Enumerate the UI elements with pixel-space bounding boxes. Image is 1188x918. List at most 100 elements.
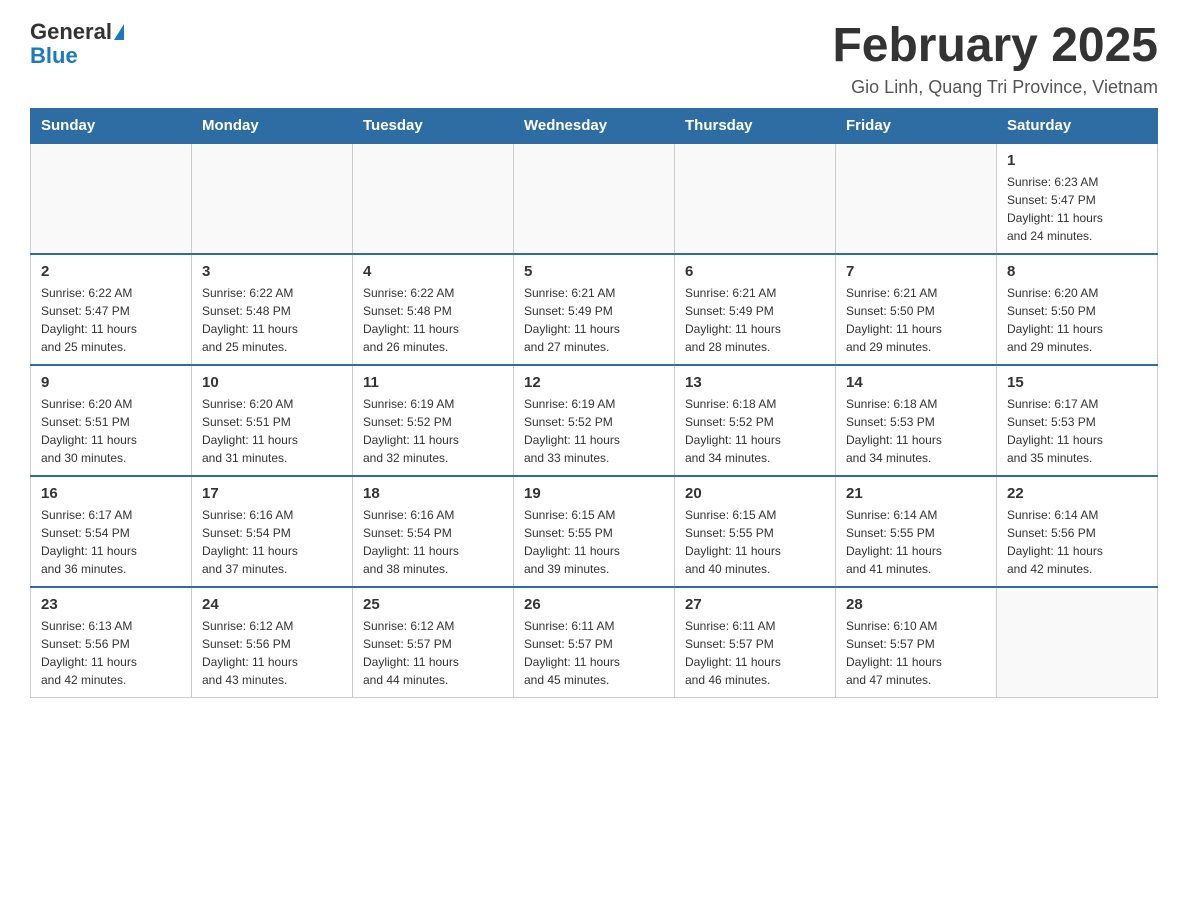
month-title: February 2025 — [832, 20, 1158, 73]
logo: General Blue — [30, 20, 124, 68]
calendar-cell: 27 Sunrise: 6:11 AMSunset: 5:57 PMDayligh… — [675, 587, 836, 698]
calendar-cell — [353, 143, 514, 254]
logo-blue-text: Blue — [30, 44, 78, 68]
day-info: Sunrise: 6:15 AMSunset: 5:55 PMDaylight:… — [685, 506, 825, 578]
calendar-cell: 8Sunrise: 6:20 AMSunset: 5:50 PMDaylight… — [997, 254, 1158, 365]
calendar-week-1: 1 Sunrise: 6:23 AMSunset: 5:47 PMDaylight… — [31, 143, 1158, 254]
day-info: Sunrise: 6:15 AMSunset: 5:55 PMDaylight:… — [524, 506, 664, 578]
day-number: 10 — [202, 374, 342, 391]
day-info: Sunrise: 6:11 AMSunset: 5:57 PMDaylight:… — [524, 617, 664, 689]
day-number: 21 — [846, 485, 986, 502]
header-cell-tuesday: Tuesday — [353, 108, 514, 143]
day-info: Sunrise: 6:19 AMSunset: 5:52 PMDaylight:… — [524, 395, 664, 467]
title-block: February 2025 Gio Linh, Quang Tri Provin… — [832, 20, 1158, 98]
calendar-cell: 11 Sunrise: 6:19 AMSunset: 5:52 PMDayligh… — [353, 365, 514, 476]
header-row: SundayMondayTuesdayWednesdayThursdayFrid… — [31, 108, 1158, 143]
day-number: 14 — [846, 374, 986, 391]
day-number: 6 — [685, 263, 825, 280]
calendar-cell: 26 Sunrise: 6:11 AMSunset: 5:57 PMDayligh… — [514, 587, 675, 698]
day-info: Sunrise: 6:22 AMSunset: 5:48 PMDaylight:… — [363, 284, 503, 356]
day-number: 4 — [363, 263, 503, 280]
calendar-cell — [836, 143, 997, 254]
day-info: Sunrise: 6:10 AMSunset: 5:57 PMDaylight:… — [846, 617, 986, 689]
day-info: Sunrise: 6:20 AMSunset: 5:51 PMDaylight:… — [41, 395, 181, 467]
day-number: 24 — [202, 596, 342, 613]
day-number: 18 — [363, 485, 503, 502]
day-number: 26 — [524, 596, 664, 613]
day-info: Sunrise: 6:20 AMSunset: 5:51 PMDaylight:… — [202, 395, 342, 467]
calendar-cell: 3 Sunrise: 6:22 AMSunset: 5:48 PMDaylight… — [192, 254, 353, 365]
calendar-cell: 17 Sunrise: 6:16 AMSunset: 5:54 PMDayligh… — [192, 476, 353, 587]
day-info: Sunrise: 6:23 AMSunset: 5:47 PMDaylight:… — [1007, 173, 1147, 245]
header-cell-saturday: Saturday — [997, 108, 1158, 143]
calendar-cell — [514, 143, 675, 254]
day-number: 25 — [363, 596, 503, 613]
day-number: 9 — [41, 374, 181, 391]
day-info: Sunrise: 6:12 AMSunset: 5:57 PMDaylight:… — [363, 617, 503, 689]
day-info: Sunrise: 6:21 AMSunset: 5:50 PMDaylight:… — [846, 284, 986, 356]
calendar-cell: 1 Sunrise: 6:23 AMSunset: 5:47 PMDaylight… — [997, 143, 1158, 254]
header-cell-friday: Friday — [836, 108, 997, 143]
calendar-cell: 2 Sunrise: 6:22 AMSunset: 5:47 PMDaylight… — [31, 254, 192, 365]
day-number: 1 — [1007, 152, 1147, 169]
calendar-cell: 24 Sunrise: 6:12 AMSunset: 5:56 PMDayligh… — [192, 587, 353, 698]
day-number: 19 — [524, 485, 664, 502]
page-header: General Blue February 2025 Gio Linh, Qua… — [30, 20, 1158, 98]
day-number: 3 — [202, 263, 342, 280]
day-number: 12 — [524, 374, 664, 391]
day-number: 5 — [524, 263, 664, 280]
logo-general-text: General — [30, 20, 112, 44]
day-info: Sunrise: 6:16 AMSunset: 5:54 PMDaylight:… — [363, 506, 503, 578]
day-info: Sunrise: 6:11 AMSunset: 5:57 PMDaylight:… — [685, 617, 825, 689]
calendar-cell: 9 Sunrise: 6:20 AMSunset: 5:51 PMDaylight… — [31, 365, 192, 476]
calendar-cell: 18 Sunrise: 6:16 AMSunset: 5:54 PMDayligh… — [353, 476, 514, 587]
calendar-cell: 22 Sunrise: 6:14 AMSunset: 5:56 PMDayligh… — [997, 476, 1158, 587]
calendar-week-2: 2 Sunrise: 6:22 AMSunset: 5:47 PMDaylight… — [31, 254, 1158, 365]
calendar-body: 1 Sunrise: 6:23 AMSunset: 5:47 PMDaylight… — [31, 143, 1158, 698]
calendar-cell: 4 Sunrise: 6:22 AMSunset: 5:48 PMDaylight… — [353, 254, 514, 365]
day-info: Sunrise: 6:22 AMSunset: 5:48 PMDaylight:… — [202, 284, 342, 356]
day-number: 22 — [1007, 485, 1147, 502]
calendar-cell: 20Sunrise: 6:15 AMSunset: 5:55 PMDayligh… — [675, 476, 836, 587]
calendar-cell — [31, 143, 192, 254]
day-info: Sunrise: 6:14 AMSunset: 5:56 PMDaylight:… — [1007, 506, 1147, 578]
day-number: 17 — [202, 485, 342, 502]
day-info: Sunrise: 6:17 AMSunset: 5:53 PMDaylight:… — [1007, 395, 1147, 467]
calendar-cell: 21 Sunrise: 6:14 AMSunset: 5:55 PMDayligh… — [836, 476, 997, 587]
calendar-cell — [192, 143, 353, 254]
calendar-cell: 12 Sunrise: 6:19 AMSunset: 5:52 PMDayligh… — [514, 365, 675, 476]
day-number: 28 — [846, 596, 986, 613]
calendar-cell: 28 Sunrise: 6:10 AMSunset: 5:57 PMDayligh… — [836, 587, 997, 698]
day-info: Sunrise: 6:21 AMSunset: 5:49 PMDaylight:… — [524, 284, 664, 356]
day-number: 7 — [846, 263, 986, 280]
day-number: 15 — [1007, 374, 1147, 391]
calendar-cell: 6 Sunrise: 6:21 AMSunset: 5:49 PMDaylight… — [675, 254, 836, 365]
calendar-cell — [997, 587, 1158, 698]
day-info: Sunrise: 6:16 AMSunset: 5:54 PMDaylight:… — [202, 506, 342, 578]
day-number: 8 — [1007, 263, 1147, 280]
calendar-cell: 23 Sunrise: 6:13 AMSunset: 5:56 PMDayligh… — [31, 587, 192, 698]
calendar-header: SundayMondayTuesdayWednesdayThursdayFrid… — [31, 108, 1158, 143]
day-number: 27 — [685, 596, 825, 613]
header-cell-sunday: Sunday — [31, 108, 192, 143]
calendar-table: SundayMondayTuesdayWednesdayThursdayFrid… — [30, 108, 1158, 698]
calendar-week-3: 9 Sunrise: 6:20 AMSunset: 5:51 PMDaylight… — [31, 365, 1158, 476]
day-number: 2 — [41, 263, 181, 280]
day-number: 23 — [41, 596, 181, 613]
day-number: 11 — [363, 374, 503, 391]
logo-triangle-icon — [114, 24, 124, 40]
day-info: Sunrise: 6:12 AMSunset: 5:56 PMDaylight:… — [202, 617, 342, 689]
calendar-cell: 13Sunrise: 6:18 AMSunset: 5:52 PMDayligh… — [675, 365, 836, 476]
day-info: Sunrise: 6:18 AMSunset: 5:53 PMDaylight:… — [846, 395, 986, 467]
day-number: 13 — [685, 374, 825, 391]
calendar-cell — [675, 143, 836, 254]
calendar-cell: 7 Sunrise: 6:21 AMSunset: 5:50 PMDaylight… — [836, 254, 997, 365]
day-info: Sunrise: 6:22 AMSunset: 5:47 PMDaylight:… — [41, 284, 181, 356]
day-number: 16 — [41, 485, 181, 502]
day-info: Sunrise: 6:14 AMSunset: 5:55 PMDaylight:… — [846, 506, 986, 578]
calendar-cell: 5 Sunrise: 6:21 AMSunset: 5:49 PMDaylight… — [514, 254, 675, 365]
location: Gio Linh, Quang Tri Province, Vietnam — [832, 77, 1158, 98]
day-info: Sunrise: 6:13 AMSunset: 5:56 PMDaylight:… — [41, 617, 181, 689]
day-info: Sunrise: 6:21 AMSunset: 5:49 PMDaylight:… — [685, 284, 825, 356]
day-info: Sunrise: 6:19 AMSunset: 5:52 PMDaylight:… — [363, 395, 503, 467]
